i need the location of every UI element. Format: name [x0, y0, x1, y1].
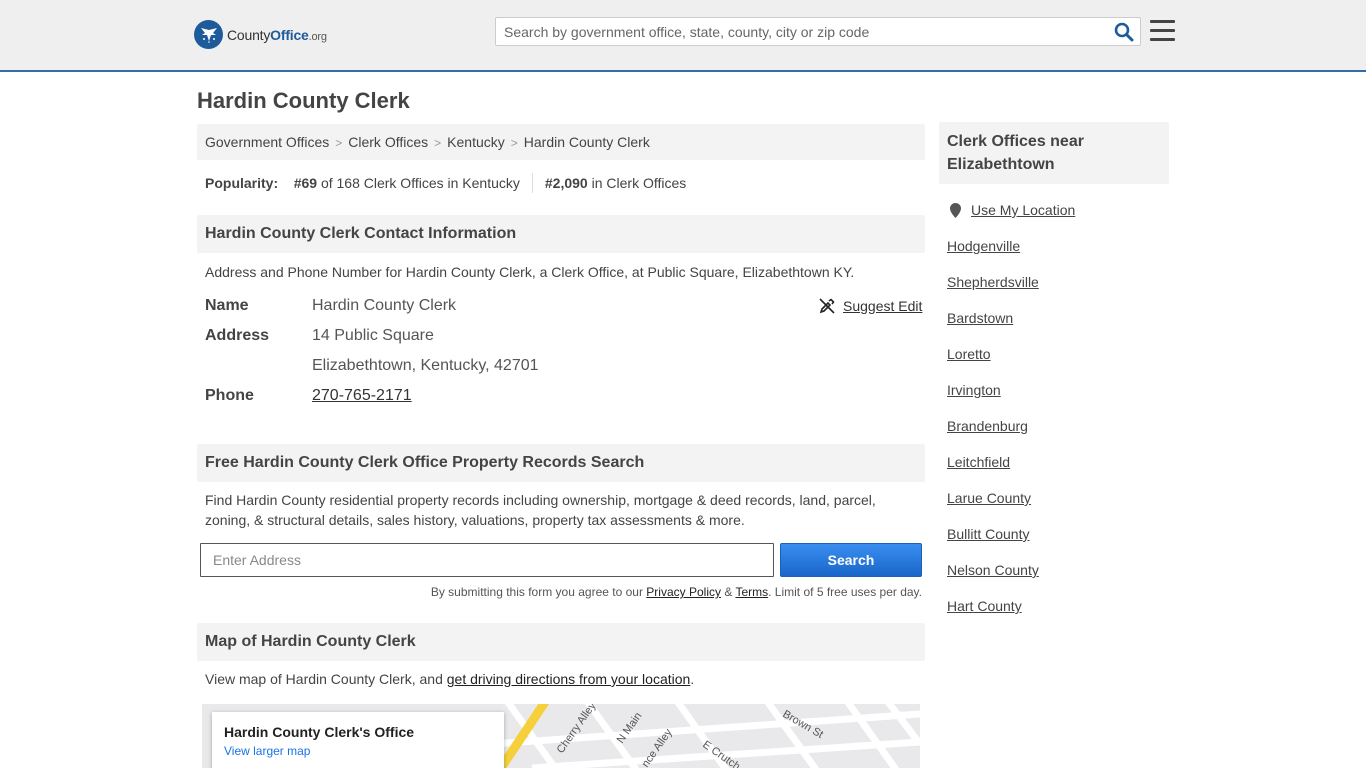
- national-rank-text: in Clerk Offices: [591, 175, 687, 191]
- hamburger-menu-icon[interactable]: [1150, 20, 1175, 41]
- terms-link[interactable]: Terms: [735, 585, 768, 599]
- phone-label: Phone: [205, 387, 254, 404]
- page-title: Hardin County Clerk: [197, 88, 410, 113]
- svg-text:N Main: N Main: [615, 710, 645, 745]
- sidebar-link-nelson-county[interactable]: Nelson County: [947, 562, 1039, 578]
- address-line-1: 14 Public Square: [312, 327, 434, 344]
- state-rank: #69: [293, 175, 318, 191]
- sidebar-link-irvington[interactable]: Irvington: [947, 382, 1001, 398]
- embedded-map[interactable]: Cherry Alley N Main Brown St E Crutch nc…: [202, 704, 920, 768]
- breadcrumb-item-current: Hardin County Clerk: [523, 134, 650, 150]
- property-search-button[interactable]: Search: [780, 543, 922, 577]
- contact-section-header: Hardin County Clerk Contact Information: [197, 215, 925, 253]
- breadcrumb-item[interactable]: Clerk Offices: [348, 134, 428, 150]
- sidebar-link-brandenburg[interactable]: Brandenburg: [947, 418, 1028, 434]
- sidebar-link-leitchfield[interactable]: Leitchfield: [947, 454, 1010, 470]
- sidebar-link-loretto[interactable]: Loretto: [947, 346, 991, 362]
- popularity: Popularity: #69 of 168 Clerk Offices in …: [205, 173, 686, 193]
- map-section-header: Map of Hardin County Clerk: [197, 623, 925, 661]
- use-my-location-label: Use My Location: [971, 202, 1076, 218]
- svg-text:Cherry Alley: Cherry Alley: [555, 704, 599, 756]
- phone-link[interactable]: 270-765-2171: [312, 387, 412, 404]
- map-card-title: Hardin County Clerk's Office: [224, 724, 415, 740]
- top-bar: CountyOffice.org: [0, 0, 1366, 72]
- popularity-label: Popularity:: [205, 175, 279, 191]
- state-rank-text: of 168 Clerk Offices in Kentucky: [320, 175, 520, 191]
- logo-text: CountyOffice.org: [227, 26, 327, 43]
- breadcrumb-item[interactable]: Government Offices: [205, 134, 329, 150]
- divider: [531, 173, 533, 193]
- driving-directions-link[interactable]: get driving directions from your locatio…: [447, 671, 691, 687]
- chevron-right-icon: >: [434, 136, 442, 150]
- view-larger-map-link[interactable]: View larger map: [224, 744, 492, 758]
- map-description: View map of Hardin County Clerk, and get…: [205, 671, 695, 687]
- address-label: Address: [205, 327, 270, 344]
- site-search-input[interactable]: [496, 18, 1106, 45]
- address-line-2: Elizabethtown, Kentucky, 42701: [312, 357, 539, 374]
- sidebar-link-bardstown[interactable]: Bardstown: [947, 310, 1013, 326]
- sidebar-link-hodgenville[interactable]: Hodgenville: [947, 238, 1020, 254]
- name-label: Name: [205, 297, 249, 314]
- property-description: Find Hardin County residential property …: [205, 492, 876, 528]
- contact-description: Address and Phone Number for Hardin Coun…: [205, 264, 855, 280]
- name-value: Hardin County Clerk: [312, 297, 457, 314]
- broken-pencil-icon: [819, 298, 835, 314]
- chevron-right-icon: >: [335, 136, 343, 150]
- map-info-card: Hardin County Clerk's Office View larger…: [212, 712, 504, 768]
- sidebar-link-larue-county[interactable]: Larue County: [947, 490, 1031, 506]
- search-icon[interactable]: [1114, 22, 1134, 42]
- use-my-location-link[interactable]: Use My Location: [950, 202, 1075, 218]
- sidebar-link-bullitt-county[interactable]: Bullitt County: [947, 526, 1029, 542]
- map-pin-icon: [950, 202, 961, 218]
- suggest-edit-label: Suggest Edit: [843, 298, 923, 314]
- breadcrumb-item[interactable]: Kentucky: [447, 134, 505, 150]
- suggest-edit-link[interactable]: Suggest Edit: [819, 298, 922, 314]
- sidebar-link-hart-county[interactable]: Hart County: [947, 598, 1022, 614]
- national-rank: #2,090: [544, 175, 588, 191]
- property-section-header: Free Hardin County Clerk Office Property…: [197, 444, 925, 482]
- eagle-logo-icon: [194, 20, 223, 49]
- sidebar-header: Clerk Offices near Elizabethtown: [939, 122, 1169, 184]
- site-search: [495, 17, 1141, 46]
- chevron-right-icon: >: [510, 136, 518, 150]
- site-logo[interactable]: CountyOffice.org: [194, 20, 327, 49]
- address-input[interactable]: [200, 543, 774, 577]
- privacy-policy-link[interactable]: Privacy Policy: [646, 585, 721, 599]
- breadcrumb: Government Offices > Clerk Offices > Kentuck…: [197, 124, 925, 160]
- sidebar-link-shepherdsville[interactable]: Shepherdsville: [947, 274, 1039, 290]
- terms-notice: By submitting this form you agree to our…: [430, 585, 922, 599]
